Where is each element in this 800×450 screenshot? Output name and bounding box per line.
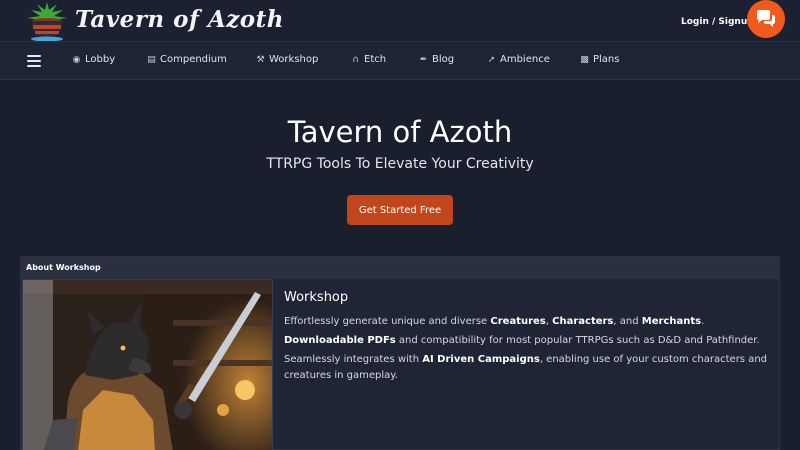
- get-started-button[interactable]: Get Started Free: [347, 195, 453, 225]
- about-content: Workshop Effortlessly generate unique an…: [284, 290, 774, 387]
- brand-name[interactable]: Tavern of Azoth: [75, 6, 284, 33]
- etch-icon: ∩: [352, 54, 359, 65]
- p1-text-1: Effortlessly generate unique and diverse: [284, 316, 491, 327]
- nav-workshop[interactable]: ⚒ Workshop: [256, 54, 318, 65]
- nav-ambience-label: Ambience: [500, 54, 550, 65]
- nav-plans[interactable]: ▩ Plans: [580, 54, 619, 65]
- nav-plans-label: Plans: [593, 54, 620, 65]
- p1-bold-characters: Characters: [552, 316, 614, 327]
- werewolf-warrior-illustration: [22, 279, 273, 450]
- cauldron-icon[interactable]: [23, 0, 71, 42]
- p2-bold-pdfs: Downloadable PDFs: [284, 335, 396, 346]
- p2-text-1: and compatibility for most popular TTRPG…: [395, 335, 760, 346]
- p3-bold-campaigns: AI Driven Campaigns: [422, 354, 540, 365]
- hamburger-icon[interactable]: [27, 55, 41, 67]
- wand-icon: ➚: [487, 54, 496, 65]
- nav-compendium[interactable]: ▤ Compendium: [147, 54, 227, 65]
- about-paragraph-3: Seamlessly integrates with AI Driven Cam…: [284, 352, 774, 384]
- p1-text-4: .: [701, 316, 705, 327]
- coins-icon: ▩: [580, 54, 589, 65]
- nav-etch-label: Etch: [364, 54, 387, 65]
- about-header: About Workshop: [21, 257, 779, 279]
- p1-bold-merchants: Merchants: [641, 316, 702, 327]
- top-header: Tavern of Azoth Login / Signup: [0, 0, 800, 42]
- hero-subtitle: TTRPG Tools To Elevate Your Creativity: [266, 156, 534, 172]
- nav-etch[interactable]: ∩ Etch: [351, 54, 386, 65]
- nav-lobby[interactable]: ◉ Lobby: [72, 54, 116, 65]
- chat-bubbles-icon: [757, 10, 775, 27]
- hero-title: Tavern of Azoth: [287, 115, 513, 149]
- nav-lobby-label: Lobby: [85, 54, 116, 65]
- nav-blog-label: Blog: [432, 54, 455, 65]
- main-nav: ◉ Lobby ▤ Compendium ⚒ Workshop ∩ Etch ✒…: [0, 41, 800, 80]
- chat-button[interactable]: [747, 0, 785, 38]
- about-heading: Workshop: [284, 290, 349, 305]
- p1-bold-creatures: Creatures: [490, 316, 546, 327]
- login-signup-link[interactable]: Login / Signup: [681, 17, 754, 27]
- nav-workshop-label: Workshop: [269, 54, 319, 65]
- nav-blog[interactable]: ✒ Blog: [419, 54, 454, 65]
- about-workshop-section: About Workshop Workshop Effortlessly gen…: [20, 256, 780, 450]
- lobby-icon: ◉: [72, 54, 81, 65]
- about-paragraph-2: Downloadable PDFs and compatibility for …: [284, 333, 774, 349]
- p3-text-1: Seamlessly integrates with: [284, 354, 423, 365]
- books-icon: ▤: [147, 54, 156, 65]
- hammer-icon: ⚒: [256, 54, 265, 65]
- about-paragraph-1: Effortlessly generate unique and diverse…: [284, 314, 774, 330]
- p1-text-3: , and: [613, 316, 642, 327]
- nav-compendium-label: Compendium: [160, 54, 227, 65]
- nav-ambience[interactable]: ➚ Ambience: [487, 54, 550, 65]
- feather-icon: ✒: [419, 54, 428, 65]
